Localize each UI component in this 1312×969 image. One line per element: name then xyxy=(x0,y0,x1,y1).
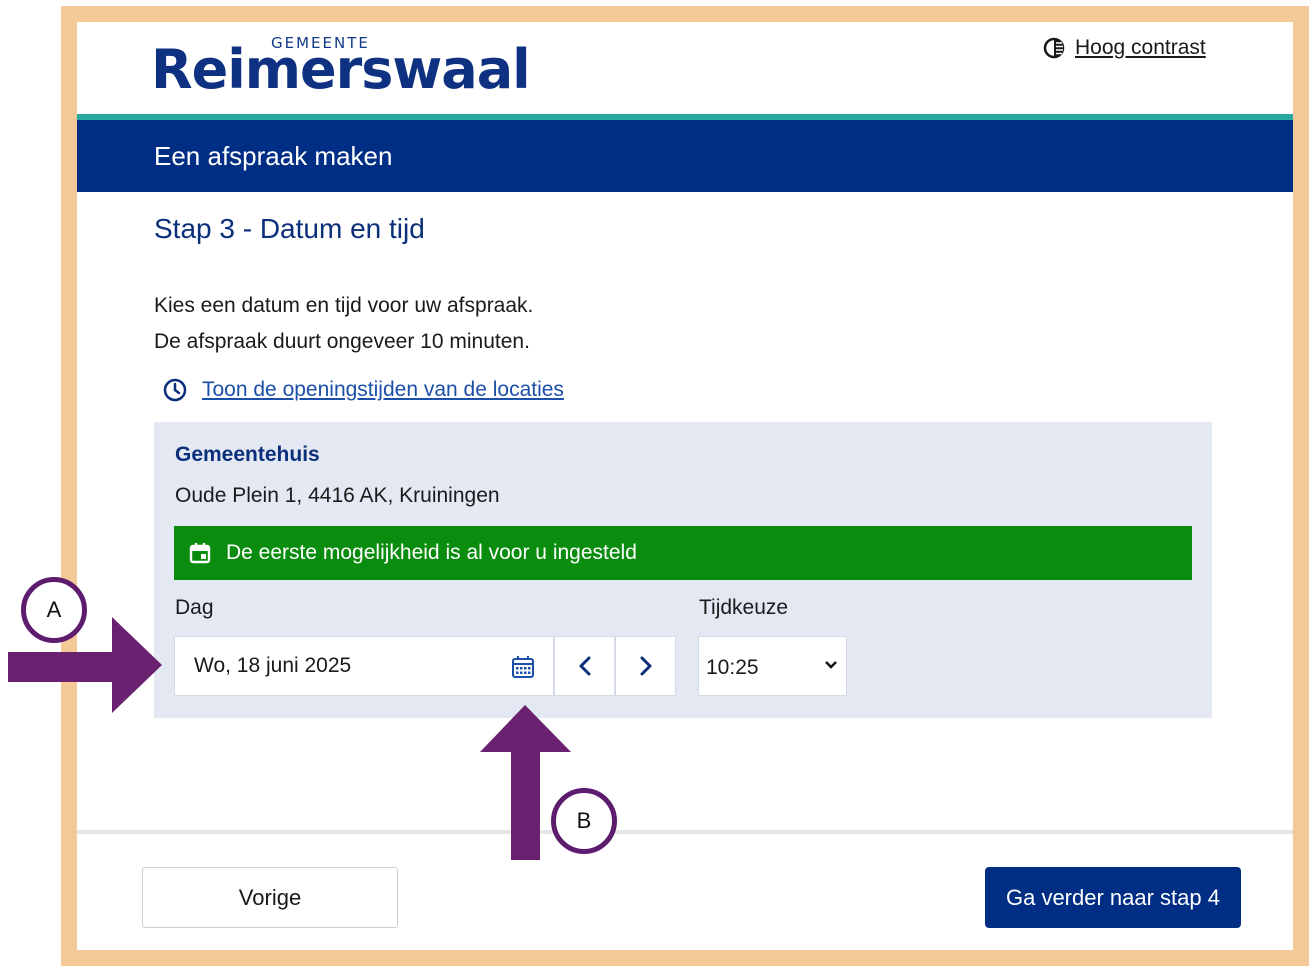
annotation-arrows xyxy=(8,617,571,860)
annotation-marker-a: A xyxy=(21,577,87,643)
annotation-marker-b: B xyxy=(551,788,617,854)
